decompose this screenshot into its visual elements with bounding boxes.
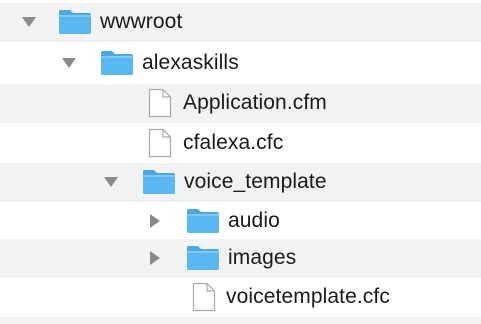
tree-item-label: voicetemplate.cfc [226,285,390,308]
tree-item-label: Application.cfm [183,91,327,114]
tree-row-audio[interactable]: audio [0,202,481,241]
document-icon [148,129,172,158]
tree-item-label: voice_template [184,170,327,193]
disclosure-collapsed-icon[interactable] [150,214,160,229]
disclosure-expanded-icon[interactable] [104,177,118,188]
disclosure-expanded-icon[interactable] [62,58,76,69]
tree-row-voicetemplate-cfc[interactable]: voicetemplate.cfc [0,278,481,317]
folder-icon [101,51,133,76]
folder-icon [59,10,91,35]
disclosure-expanded-icon[interactable] [22,17,36,28]
tree-row-cfalexa-cfc[interactable]: cfalexa.cfc [0,124,481,163]
tree-item-label: alexaskills [142,51,239,74]
tree-item-label: wwwroot [100,10,183,33]
tree-row-wwwroot[interactable]: wwwroot [0,3,481,42]
folder-icon [143,170,175,195]
tree-item-label: images [228,246,297,269]
document-icon [192,283,216,312]
tree-item-label: cfalexa.cfc [183,131,284,154]
tree-row-application-cfm[interactable]: Application.cfm [0,84,481,123]
disclosure-collapsed-icon[interactable] [150,251,160,266]
folder-icon [187,246,219,271]
document-icon [148,89,172,118]
tree-row-empty [0,317,481,324]
tree-row-alexaskills[interactable]: alexaskills [0,44,481,83]
tree-row-voice-template[interactable]: voice_template [0,163,481,202]
tree-row-images[interactable]: images [0,239,481,278]
tree-item-label: audio [228,209,280,232]
file-tree: wwwroot alexaskills Application.cfm cfal… [0,0,481,324]
folder-icon [187,209,219,234]
